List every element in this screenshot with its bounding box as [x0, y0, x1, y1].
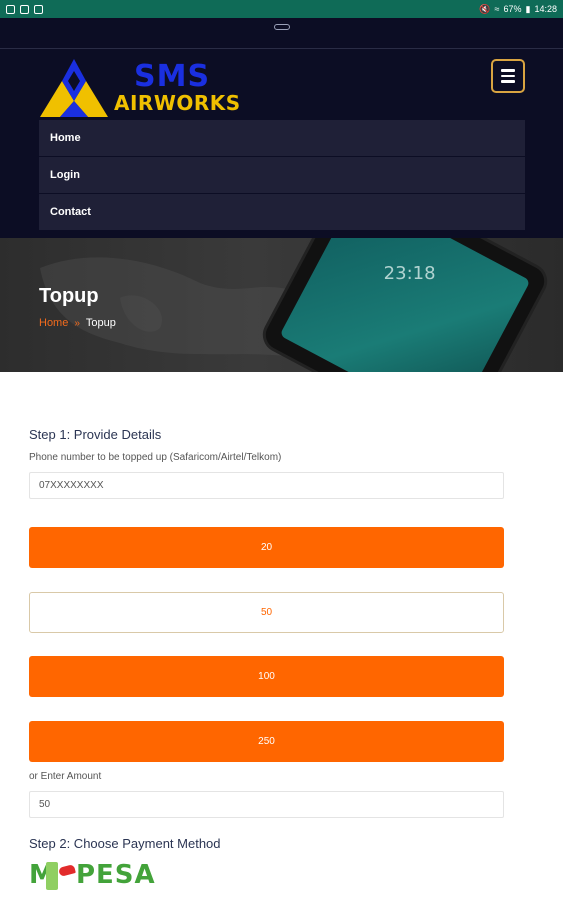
hamburger-menu-icon[interactable]: [491, 59, 525, 93]
message-icon: [34, 4, 43, 14]
breadcrumb: Home » Topup: [39, 317, 116, 329]
breadcrumb-current: Topup: [85, 317, 116, 329]
amount-button-20[interactable]: 20: [29, 527, 504, 568]
amount-button-50[interactable]: 50: [29, 592, 504, 633]
notification-icon: [6, 4, 15, 14]
mpesa-phone-icon: [46, 862, 58, 890]
step2-heading: Step 2: Choose Payment Method: [29, 836, 221, 851]
clock: 14:28: [534, 4, 557, 14]
phone-illustration: 23:18: [256, 238, 554, 372]
enter-amount-label: or Enter Amount: [29, 771, 102, 782]
amount-input[interactable]: 50: [29, 791, 504, 818]
wifi-icon: ≈: [494, 4, 500, 14]
breadcrumb-home-link[interactable]: Home: [39, 317, 68, 329]
battery-icon: ▮: [525, 3, 531, 14]
page-banner: 23:18 Topup Home » Topup: [0, 238, 563, 372]
nav-menu: Home Login Contact: [39, 120, 525, 231]
nav-item-login[interactable]: Login: [39, 157, 525, 193]
logo-text-airworks: AIRWORKS: [114, 91, 241, 115]
chevron-double-right-icon: »: [74, 317, 80, 329]
nav-item-home[interactable]: Home: [39, 120, 525, 156]
drag-handle-icon[interactable]: [274, 24, 290, 30]
nav-item-contact[interactable]: Contact: [39, 194, 525, 230]
page-title: Topup: [39, 285, 99, 307]
phone-label: Phone number to be topped up (Safaricom/…: [29, 452, 282, 463]
logo-emblem-icon: [40, 59, 108, 117]
mpesa-logo[interactable]: M PESA: [29, 860, 155, 894]
instagram-icon: [20, 4, 29, 14]
logo-text-sms: SMS: [134, 59, 211, 94]
status-bar: 🔇 ≈ 67% ▮ 14:28: [0, 0, 563, 18]
site-header: SMS AIRWORKS Home Login Contact: [0, 49, 563, 238]
step1-heading: Step 1: Provide Details: [29, 427, 162, 442]
phone-input[interactable]: 07XXXXXXXX: [29, 472, 504, 499]
battery-percent: 67%: [503, 4, 522, 14]
amount-button-250[interactable]: 250: [29, 721, 504, 762]
browser-chrome: [0, 18, 563, 49]
amount-button-100[interactable]: 100: [29, 656, 504, 697]
sms-airworks-logo[interactable]: SMS AIRWORKS: [40, 57, 250, 119]
mute-icon: 🔇: [479, 3, 491, 14]
